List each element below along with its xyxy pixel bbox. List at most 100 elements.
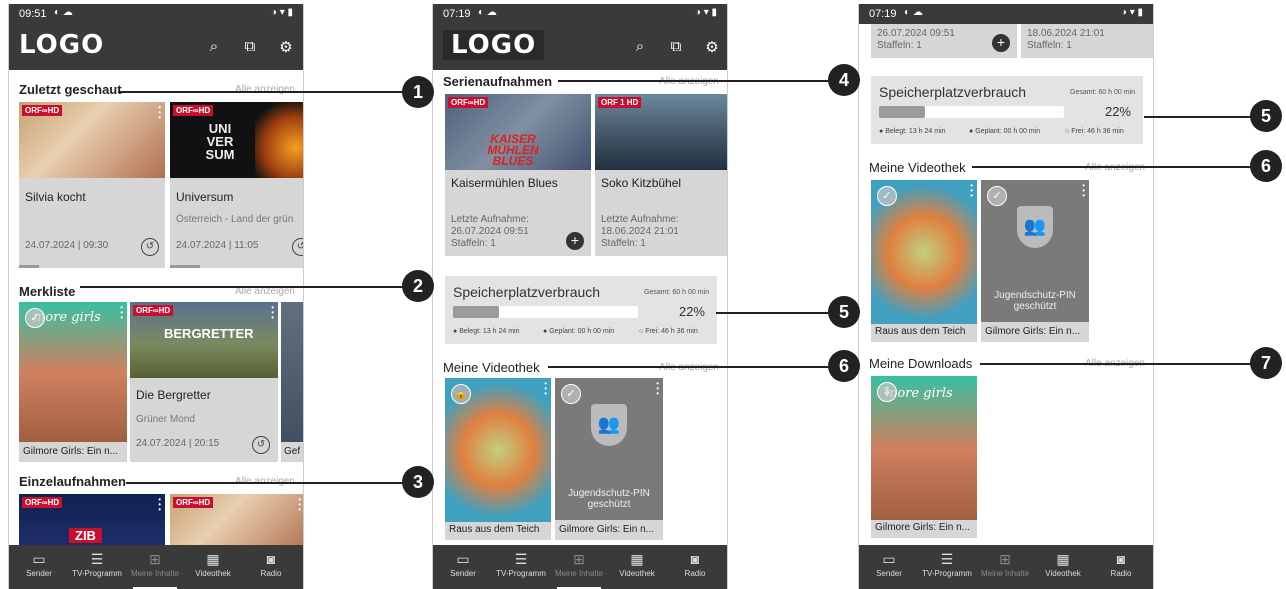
content-card[interactable]: BERGRETTER ORF∞HD • • • Die Bergretter Grü… — [130, 302, 278, 462]
nav-label: Videothek — [1045, 569, 1081, 578]
card-title: Kaisermühlen Blues — [451, 176, 558, 190]
nav-meine-inhalte[interactable]: ⊞ Meine Inhalte — [125, 549, 185, 578]
nav-sender[interactable]: ▭ Sender — [859, 549, 919, 578]
check-icon[interactable]: ✓ — [25, 308, 45, 328]
cast-icon[interactable]: ⧉ — [667, 38, 685, 56]
download-icon[interactable]: ⇩ — [877, 382, 897, 402]
parental-control-icon: 👥 — [591, 404, 627, 446]
content-card[interactable]: ✓ • • • Raus aus dem Teich — [871, 180, 977, 342]
check-icon[interactable]: ✓ — [877, 186, 897, 206]
nav-sender[interactable]: ▭ Sender — [433, 549, 493, 578]
storage-title: Speicherplatzverbrauch — [879, 84, 1027, 100]
channel-badge: ORF∞HD — [22, 497, 63, 508]
callout-line — [972, 166, 1254, 168]
section-title: Merkliste — [19, 284, 76, 299]
nav-radio[interactable]: ◙ Radio — [665, 549, 725, 578]
check-icon[interactable]: ✓ — [561, 384, 581, 404]
lock-icon[interactable]: 🔒 — [451, 384, 471, 404]
more-icon[interactable]: • • • — [1082, 182, 1085, 200]
content-card[interactable]: UNI VER SUM ORF∞HD Universum Österreich … — [170, 102, 303, 268]
content-card[interactable]: KAISER MÜHLEN BLUES ORF∞HD Kaisermühlen … — [445, 94, 591, 256]
cast-icon[interactable]: ⧉ — [241, 38, 259, 56]
callout-line — [980, 363, 1254, 365]
card-title: Raus aus dem Teich — [875, 326, 966, 337]
tv-icon: ▭ — [456, 551, 470, 567]
progress-bar — [19, 265, 39, 268]
thumbnail-art — [255, 102, 303, 178]
add-icon[interactable]: + — [566, 232, 584, 250]
more-icon[interactable]: • • • — [120, 304, 123, 322]
content-card[interactable]: ✓ • • • 👥 Jugendschutz-PIN geschützt Gilmo… — [981, 180, 1089, 342]
search-icon[interactable]: ⌕ — [631, 38, 649, 56]
check-icon[interactable]: ✓ — [987, 186, 1007, 206]
history-icon[interactable]: ↺ — [292, 238, 303, 256]
nav-meine-inhalte[interactable]: ⊞ Meine Inhalte — [549, 549, 609, 578]
nav-label: Meine Inhalte — [554, 569, 604, 578]
status-icons-left: ◐ ☁ — [54, 7, 73, 18]
nav-radio[interactable]: ◙ Radio — [241, 549, 301, 578]
content-card[interactable]: ORF 1 HD Soko Kitzbühel Letzte Aufnahme:… — [595, 94, 727, 256]
card-subtitle: Grüner Mond — [136, 414, 195, 425]
list-icon: ☰ — [90, 551, 104, 567]
card-title: Raus aus dem Teich — [449, 524, 540, 535]
content-card[interactable]: 26.07.2024 09:51 Staffeln: 1 + — [871, 24, 1017, 58]
bottom-nav: ▭ Sender ☰ TV-Programm ⊞ Meine Inhalte ▦ Vid… — [859, 545, 1153, 589]
storage-free: ○ Frei: 46 h 36 min — [639, 328, 698, 335]
status-icons-left: ◐ ☁ — [904, 7, 923, 18]
card-meta-date: 18.06.2024 21:01 — [601, 226, 679, 237]
grid-plus-icon: ⊞ — [149, 551, 161, 567]
grid-plus-icon: ⊞ — [573, 551, 585, 567]
content-card[interactable]: more girls ✓ • • • Gilmore Girls: Ein n... — [19, 302, 127, 462]
more-icon[interactable]: • • • — [656, 380, 659, 398]
gear-icon[interactable]: ⚙ — [703, 38, 721, 56]
content-card[interactable]: ✓ • • • 👥 Jugendschutz-PIN geschützt Gilmo… — [555, 378, 663, 540]
card-meta-seasons: Staffeln: 1 — [1027, 40, 1072, 51]
callout-line — [126, 482, 406, 484]
nav-tv-programm[interactable]: ☰ TV-Programm — [917, 549, 977, 578]
content-card[interactable]: 18.06.2024 21:01 Staffeln: 1 — [1021, 24, 1153, 58]
content-card[interactable]: ORF∞HD • • • Silvia kocht 24.07.2024 | 09:… — [19, 102, 165, 268]
card-title: Universum — [176, 190, 234, 204]
search-icon[interactable]: ⌕ — [205, 38, 223, 56]
more-icon[interactable]: • • • — [544, 380, 547, 398]
storage-percent: 22% — [1104, 104, 1131, 119]
content-card[interactable]: more girls ⇩ Gilmore Girls: Ein n... — [871, 376, 977, 538]
nav-tv-programm[interactable]: ☰ TV-Programm — [491, 549, 551, 578]
storage-title: Speicherplatzverbrauch — [453, 284, 601, 300]
card-meta: 24.07.2024 | 11:05 — [176, 240, 259, 251]
card-meta-date: 26.07.2024 09:51 — [877, 28, 955, 39]
nav-radio[interactable]: ◙ Radio — [1091, 549, 1151, 578]
content-card[interactable]: Gef — [281, 302, 303, 462]
logo: LOGO — [19, 30, 105, 60]
list-icon: ☰ — [940, 551, 954, 567]
nav-label: Sender — [876, 569, 902, 578]
storage-panel: Speicherplatzverbrauch Gesamt: 60 h 00 m… — [871, 76, 1143, 144]
more-icon[interactable]: • • • — [158, 496, 161, 514]
nav-videothek[interactable]: ▦ Videothek — [1033, 549, 1093, 578]
content-card[interactable]: 🔒 • • • Raus aus dem Teich — [445, 378, 551, 540]
gear-icon[interactable]: ⚙ — [277, 38, 295, 56]
history-icon[interactable]: ↺ — [252, 436, 270, 454]
nav-videothek[interactable]: ▦ Videothek — [183, 549, 243, 578]
nav-tv-programm[interactable]: ☰ TV-Programm — [67, 549, 127, 578]
nav-label: TV-Programm — [496, 569, 546, 578]
nav-sender[interactable]: ▭ Sender — [9, 549, 69, 578]
more-icon[interactable]: • • • — [298, 496, 301, 514]
nav-meine-inhalte[interactable]: ⊞ Meine Inhalte — [975, 549, 1035, 578]
more-icon[interactable]: • • • — [158, 104, 161, 122]
show-all-link[interactable]: Alle anzeigen — [235, 84, 295, 95]
nav-videothek[interactable]: ▦ Videothek — [607, 549, 667, 578]
callout-number: 5 — [828, 296, 860, 328]
callout-line — [80, 286, 406, 288]
history-icon[interactable]: ↺ — [141, 238, 159, 256]
card-title: Die Bergretter — [136, 388, 211, 402]
bottom-nav: ▭ Sender ☰ TV-Programm ⊞ Meine Inhalte ▦ Vid… — [9, 545, 303, 589]
radio-icon: ◙ — [1116, 551, 1126, 567]
more-icon[interactable]: • • • — [970, 182, 973, 200]
callout-number: 2 — [402, 270, 434, 302]
add-icon[interactable]: + — [992, 34, 1010, 52]
nav-label: Sender — [450, 569, 476, 578]
more-icon[interactable]: • • • — [271, 304, 274, 322]
thumbnail-text: UNI VER SUM — [205, 121, 235, 162]
channel-badge: ORF∞HD — [448, 97, 489, 108]
